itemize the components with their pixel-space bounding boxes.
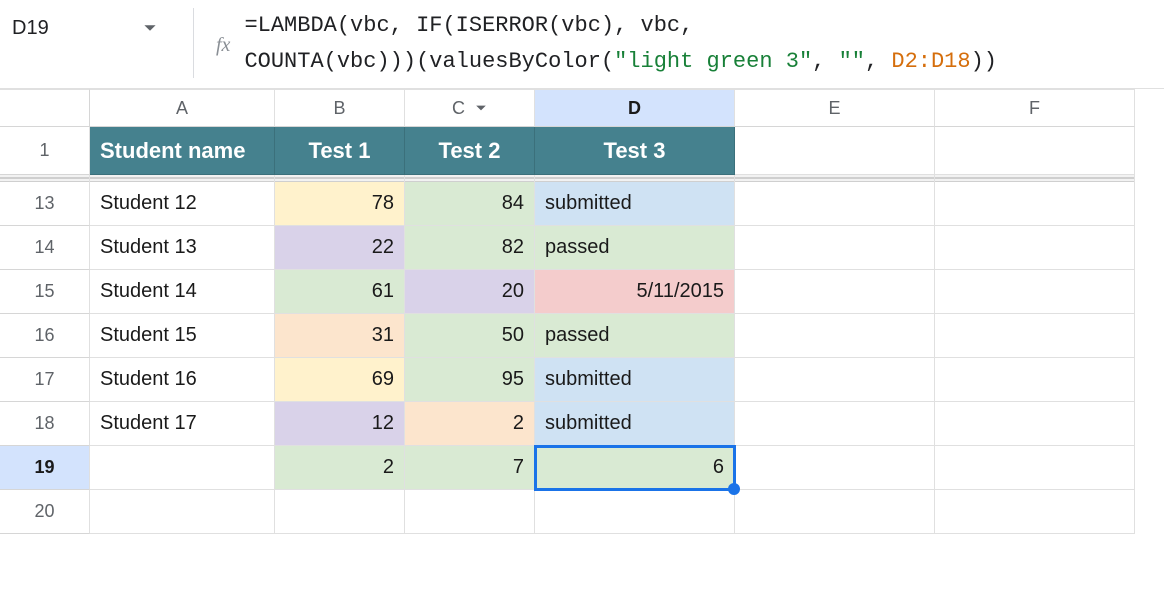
cell-D20[interactable] [535, 490, 735, 534]
cell-B15[interactable]: 61 [275, 270, 405, 314]
table-header-A: Student name [90, 127, 275, 175]
cell-A18[interactable]: Student 17 [90, 402, 275, 446]
cell-D16[interactable]: passed [535, 314, 735, 358]
row-header-18[interactable]: 18 [0, 402, 90, 446]
cell-A17[interactable]: Student 16 [90, 358, 275, 402]
cell-D17[interactable]: submitted [535, 358, 735, 402]
col-header-B[interactable]: B [275, 89, 405, 127]
formula-bar-divider [193, 8, 194, 78]
row-header-16[interactable]: 16 [0, 314, 90, 358]
cell-F17[interactable] [935, 358, 1135, 402]
row-header-1[interactable]: 1 [0, 127, 90, 175]
cell-C15[interactable]: 20 [405, 270, 535, 314]
table-header-E [735, 127, 935, 175]
cell-C16[interactable]: 50 [405, 314, 535, 358]
table-header-C: Test 2 [405, 127, 535, 175]
spreadsheet-grid[interactable]: ABCDEF1Student nameTest 1Test 2Test 313S… [0, 89, 1164, 534]
cell-C18[interactable]: 2 [405, 402, 535, 446]
col-header-A[interactable]: A [90, 89, 275, 127]
cell-E17[interactable] [735, 358, 935, 402]
hidden-rows-indicator [405, 175, 535, 182]
cell-D13[interactable]: submitted [535, 182, 735, 226]
cell-F13[interactable] [935, 182, 1135, 226]
cell-F14[interactable] [935, 226, 1135, 270]
col-header-E[interactable]: E [735, 89, 935, 127]
hidden-rows-indicator [735, 175, 935, 182]
cell-F19[interactable] [935, 446, 1135, 490]
formula-text[interactable]: =LAMBDA(vbc, IF(ISERROR(vbc), vbc, COUNT… [244, 8, 997, 80]
hidden-rows-indicator [0, 175, 90, 182]
cell-A16[interactable]: Student 15 [90, 314, 275, 358]
cell-E20[interactable] [735, 490, 935, 534]
cell-E19[interactable] [735, 446, 935, 490]
col-header-F[interactable]: F [935, 89, 1135, 127]
cell-B13[interactable]: 78 [275, 182, 405, 226]
cell-F16[interactable] [935, 314, 1135, 358]
filter-caret-icon[interactable] [475, 98, 487, 119]
name-box[interactable]: D19 [10, 8, 185, 48]
cell-E13[interactable] [735, 182, 935, 226]
cell-A20[interactable] [90, 490, 275, 534]
cell-B20[interactable] [275, 490, 405, 534]
fx-icon: fx [216, 34, 230, 57]
cell-E14[interactable] [735, 226, 935, 270]
cell-E18[interactable] [735, 402, 935, 446]
cell-F18[interactable] [935, 402, 1135, 446]
col-header-C[interactable]: C [405, 89, 535, 127]
row-header-14[interactable]: 14 [0, 226, 90, 270]
cell-B19[interactable]: 2 [275, 446, 405, 490]
cell-C20[interactable] [405, 490, 535, 534]
row-header-17[interactable]: 17 [0, 358, 90, 402]
cell-C13[interactable]: 84 [405, 182, 535, 226]
hidden-rows-indicator [90, 175, 275, 182]
cell-E16[interactable] [735, 314, 935, 358]
cell-A13[interactable]: Student 12 [90, 182, 275, 226]
table-header-D: Test 3 [535, 127, 735, 175]
hidden-rows-indicator [535, 175, 735, 182]
cell-D19[interactable]: 6 [535, 446, 735, 490]
hidden-rows-indicator [935, 175, 1135, 182]
cell-C17[interactable]: 95 [405, 358, 535, 402]
cell-C14[interactable]: 82 [405, 226, 535, 270]
cell-A15[interactable]: Student 14 [90, 270, 275, 314]
cell-C19[interactable]: 7 [405, 446, 535, 490]
name-box-value: D19 [10, 17, 49, 40]
cell-D18[interactable]: submitted [535, 402, 735, 446]
table-header-F [935, 127, 1135, 175]
cell-B14[interactable]: 22 [275, 226, 405, 270]
cell-B16[interactable]: 31 [275, 314, 405, 358]
row-header-13[interactable]: 13 [0, 182, 90, 226]
row-header-20[interactable]: 20 [0, 490, 90, 534]
cell-D15[interactable]: 5/11/2015 [535, 270, 735, 314]
hidden-rows-indicator [275, 175, 405, 182]
formula-bar: D19 fx =LAMBDA(vbc, IF(ISERROR(vbc), vbc… [0, 0, 1164, 89]
cell-A19[interactable] [90, 446, 275, 490]
cell-B17[interactable]: 69 [275, 358, 405, 402]
col-header-D[interactable]: D [535, 89, 735, 127]
caret-down-icon[interactable] [143, 21, 157, 35]
table-header-B: Test 1 [275, 127, 405, 175]
selection-handle[interactable] [728, 483, 740, 495]
cell-A14[interactable]: Student 13 [90, 226, 275, 270]
cell-F15[interactable] [935, 270, 1135, 314]
row-header-15[interactable]: 15 [0, 270, 90, 314]
cell-B18[interactable]: 12 [275, 402, 405, 446]
row-header-19[interactable]: 19 [0, 446, 90, 490]
select-all-corner[interactable] [0, 89, 90, 127]
cell-F20[interactable] [935, 490, 1135, 534]
cell-D14[interactable]: passed [535, 226, 735, 270]
cell-E15[interactable] [735, 270, 935, 314]
